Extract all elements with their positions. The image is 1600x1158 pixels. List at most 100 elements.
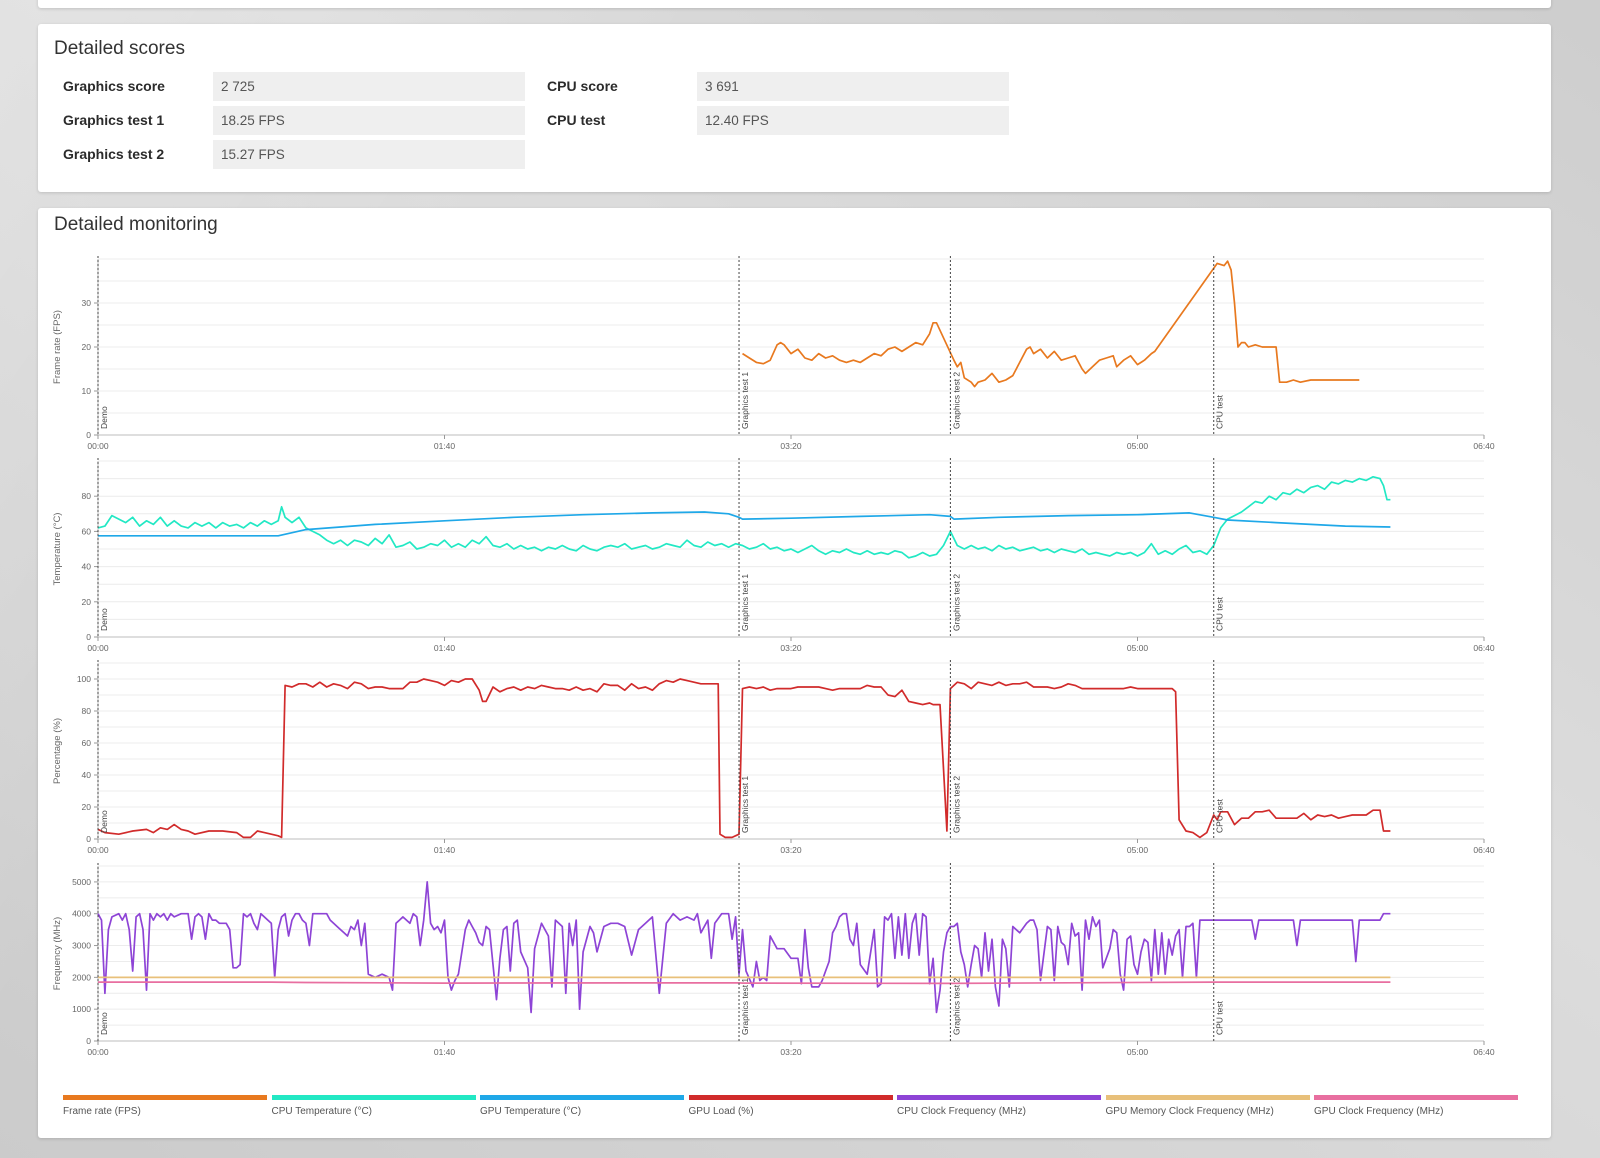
legend-item[interactable]: GPU Memory Clock Frequency (MHz) [1105,1095,1310,1117]
section-marker-label: CPU test [1215,596,1225,631]
x-tick-label: 03:20 [780,643,802,653]
y-tick-label: 100 [77,674,91,684]
score-value: 18.25 FPS [213,106,525,135]
x-tick-label: 03:20 [780,1047,802,1057]
score-value: 15.27 FPS [213,140,525,169]
section-marker-label: Demo [99,810,109,833]
legend-label: GPU Temperature (°C) [480,1106,582,1117]
score-row-graphics-score: Graphics score 2 725 [63,72,525,101]
y-axis-label: Percentage (%) [52,718,63,784]
y-tick-label: 0 [86,430,91,440]
x-tick-label: 06:40 [1473,643,1495,653]
legend-color-swatch [1105,1095,1310,1100]
y-axis-label: Frame rate (FPS) [52,310,63,384]
section-marker-label: Graphics test 1 [740,574,750,631]
section-marker-label: CPU test [1215,1000,1225,1035]
y-tick-label: 20 [82,597,92,607]
y-tick-label: 40 [82,770,92,780]
section-marker-label: Graphics test 1 [740,978,750,1035]
legend-item[interactable]: CPU Clock Frequency (MHz) [897,1095,1101,1117]
score-row-cpu-score: CPU score 3 691 [547,72,1009,101]
legend-color-swatch [63,1095,267,1100]
x-tick-label: 01:40 [434,1047,456,1057]
section-marker-label: CPU test [1215,394,1225,429]
previous-card [38,0,1551,8]
chart-legend: Frame rate (FPS) CPU Temperature (°C) GPU … [63,1095,1538,1125]
legend-label: GPU Clock Frequency (MHz) [1314,1106,1444,1117]
y-tick-label: 3000 [72,941,91,951]
section-marker-label: Graphics test 2 [951,776,961,833]
detailed-monitoring-panel: Detailed monitoring 0 10 20 30 00:00 01:40 03:… [38,208,1551,1138]
y-tick-label: 0 [86,1036,91,1046]
score-row-graphics-test-2: Graphics test 2 15.27 FPS [63,140,525,169]
y-tick-label: 5000 [72,877,91,887]
y-tick-label: 80 [82,706,92,716]
legend-color-swatch [897,1095,1101,1100]
score-value: 12.40 FPS [697,106,1009,135]
section-marker-label: Demo [99,608,109,631]
x-tick-label: 05:00 [1127,1047,1149,1057]
legend-label: CPU Clock Frequency (MHz) [897,1106,1026,1117]
x-tick-label: 01:40 [434,643,456,653]
x-tick-label: 05:00 [1127,643,1149,653]
section-marker-label: Graphics test 1 [740,776,750,833]
x-tick-label: 06:40 [1473,1047,1495,1057]
y-tick-label: 2000 [72,972,91,982]
chart-panel: 0 1000 2000 3000 4000 5000 00:00 01:40 03:20 05:0… [52,863,1495,1057]
series-line [742,260,1360,388]
score-value: 3 691 [697,72,1009,101]
legend-label: GPU Load (%) [688,1106,754,1117]
score-label: CPU test [547,112,606,128]
y-tick-label: 40 [82,562,92,572]
x-tick-label: 06:40 [1473,441,1495,451]
legend-item[interactable]: GPU Temperature (°C) [480,1095,684,1117]
x-tick-label: 01:40 [434,441,456,451]
y-tick-label: 60 [82,526,92,536]
y-tick-label: 4000 [72,909,91,919]
x-tick-label: 05:00 [1127,845,1149,855]
legend-color-swatch [271,1095,476,1100]
x-tick-label: 00:00 [87,845,109,855]
x-tick-label: 00:00 [87,1047,109,1057]
chart-panel: 0 20 40 60 80 00:00 01:40 03:20 05:00 06:40 Temper… [52,458,1495,653]
score-label: Graphics test 2 [63,146,165,162]
y-tick-label: 20 [82,342,92,352]
x-tick-label: 00:00 [87,643,109,653]
legend-item[interactable]: GPU Clock Frequency (MHz) [1314,1095,1518,1117]
legend-label: Frame rate (FPS) [63,1106,141,1117]
y-tick-label: 60 [82,738,92,748]
legend-item[interactable]: CPU Temperature (°C) [271,1095,476,1117]
section-marker-label: Demo [99,1012,109,1035]
y-tick-label: 80 [82,491,92,501]
x-tick-label: 05:00 [1127,441,1149,451]
section-marker-label: Graphics test 1 [740,372,750,429]
y-axis-label: Temperature (°C) [52,513,63,586]
y-tick-label: 10 [82,386,92,396]
section-marker-label: Graphics test 2 [951,978,961,1035]
section-marker-label: CPU test [1215,798,1225,833]
legend-label: GPU Memory Clock Frequency (MHz) [1105,1106,1274,1117]
score-value: 2 725 [213,72,525,101]
legend-item[interactable]: GPU Load (%) [688,1095,893,1117]
series-line [97,475,1391,559]
x-tick-label: 06:40 [1473,845,1495,855]
section-marker-label: Graphics test 2 [951,574,961,631]
score-label: Graphics score [63,78,165,94]
x-tick-label: 03:20 [780,441,802,451]
section-marker-label: Demo [99,406,109,429]
score-row-graphics-test-1: Graphics test 1 18.25 FPS [63,106,525,135]
legend-color-swatch [688,1095,893,1100]
y-axis-label: Frequency (MHz) [52,917,63,990]
x-tick-label: 01:40 [434,845,456,855]
legend-label: CPU Temperature (°C) [271,1106,373,1117]
monitoring-charts: 0 10 20 30 00:00 01:40 03:20 05:00 06:40 Frame ra… [52,256,1495,1057]
score-row-cpu-test: CPU test 12.40 FPS [547,106,1009,135]
score-label: Graphics test 1 [63,112,165,128]
chart-panel: 0 20 40 60 80 100 00:00 01:40 03:20 05:00 06:40 Per… [52,660,1495,855]
legend-color-swatch [1314,1095,1518,1100]
detailed-scores-title: Detailed scores [54,38,185,59]
series-line [98,511,1391,537]
score-label: CPU score [547,78,618,94]
y-tick-label: 20 [82,802,92,812]
legend-item[interactable]: Frame rate (FPS) [63,1095,267,1117]
